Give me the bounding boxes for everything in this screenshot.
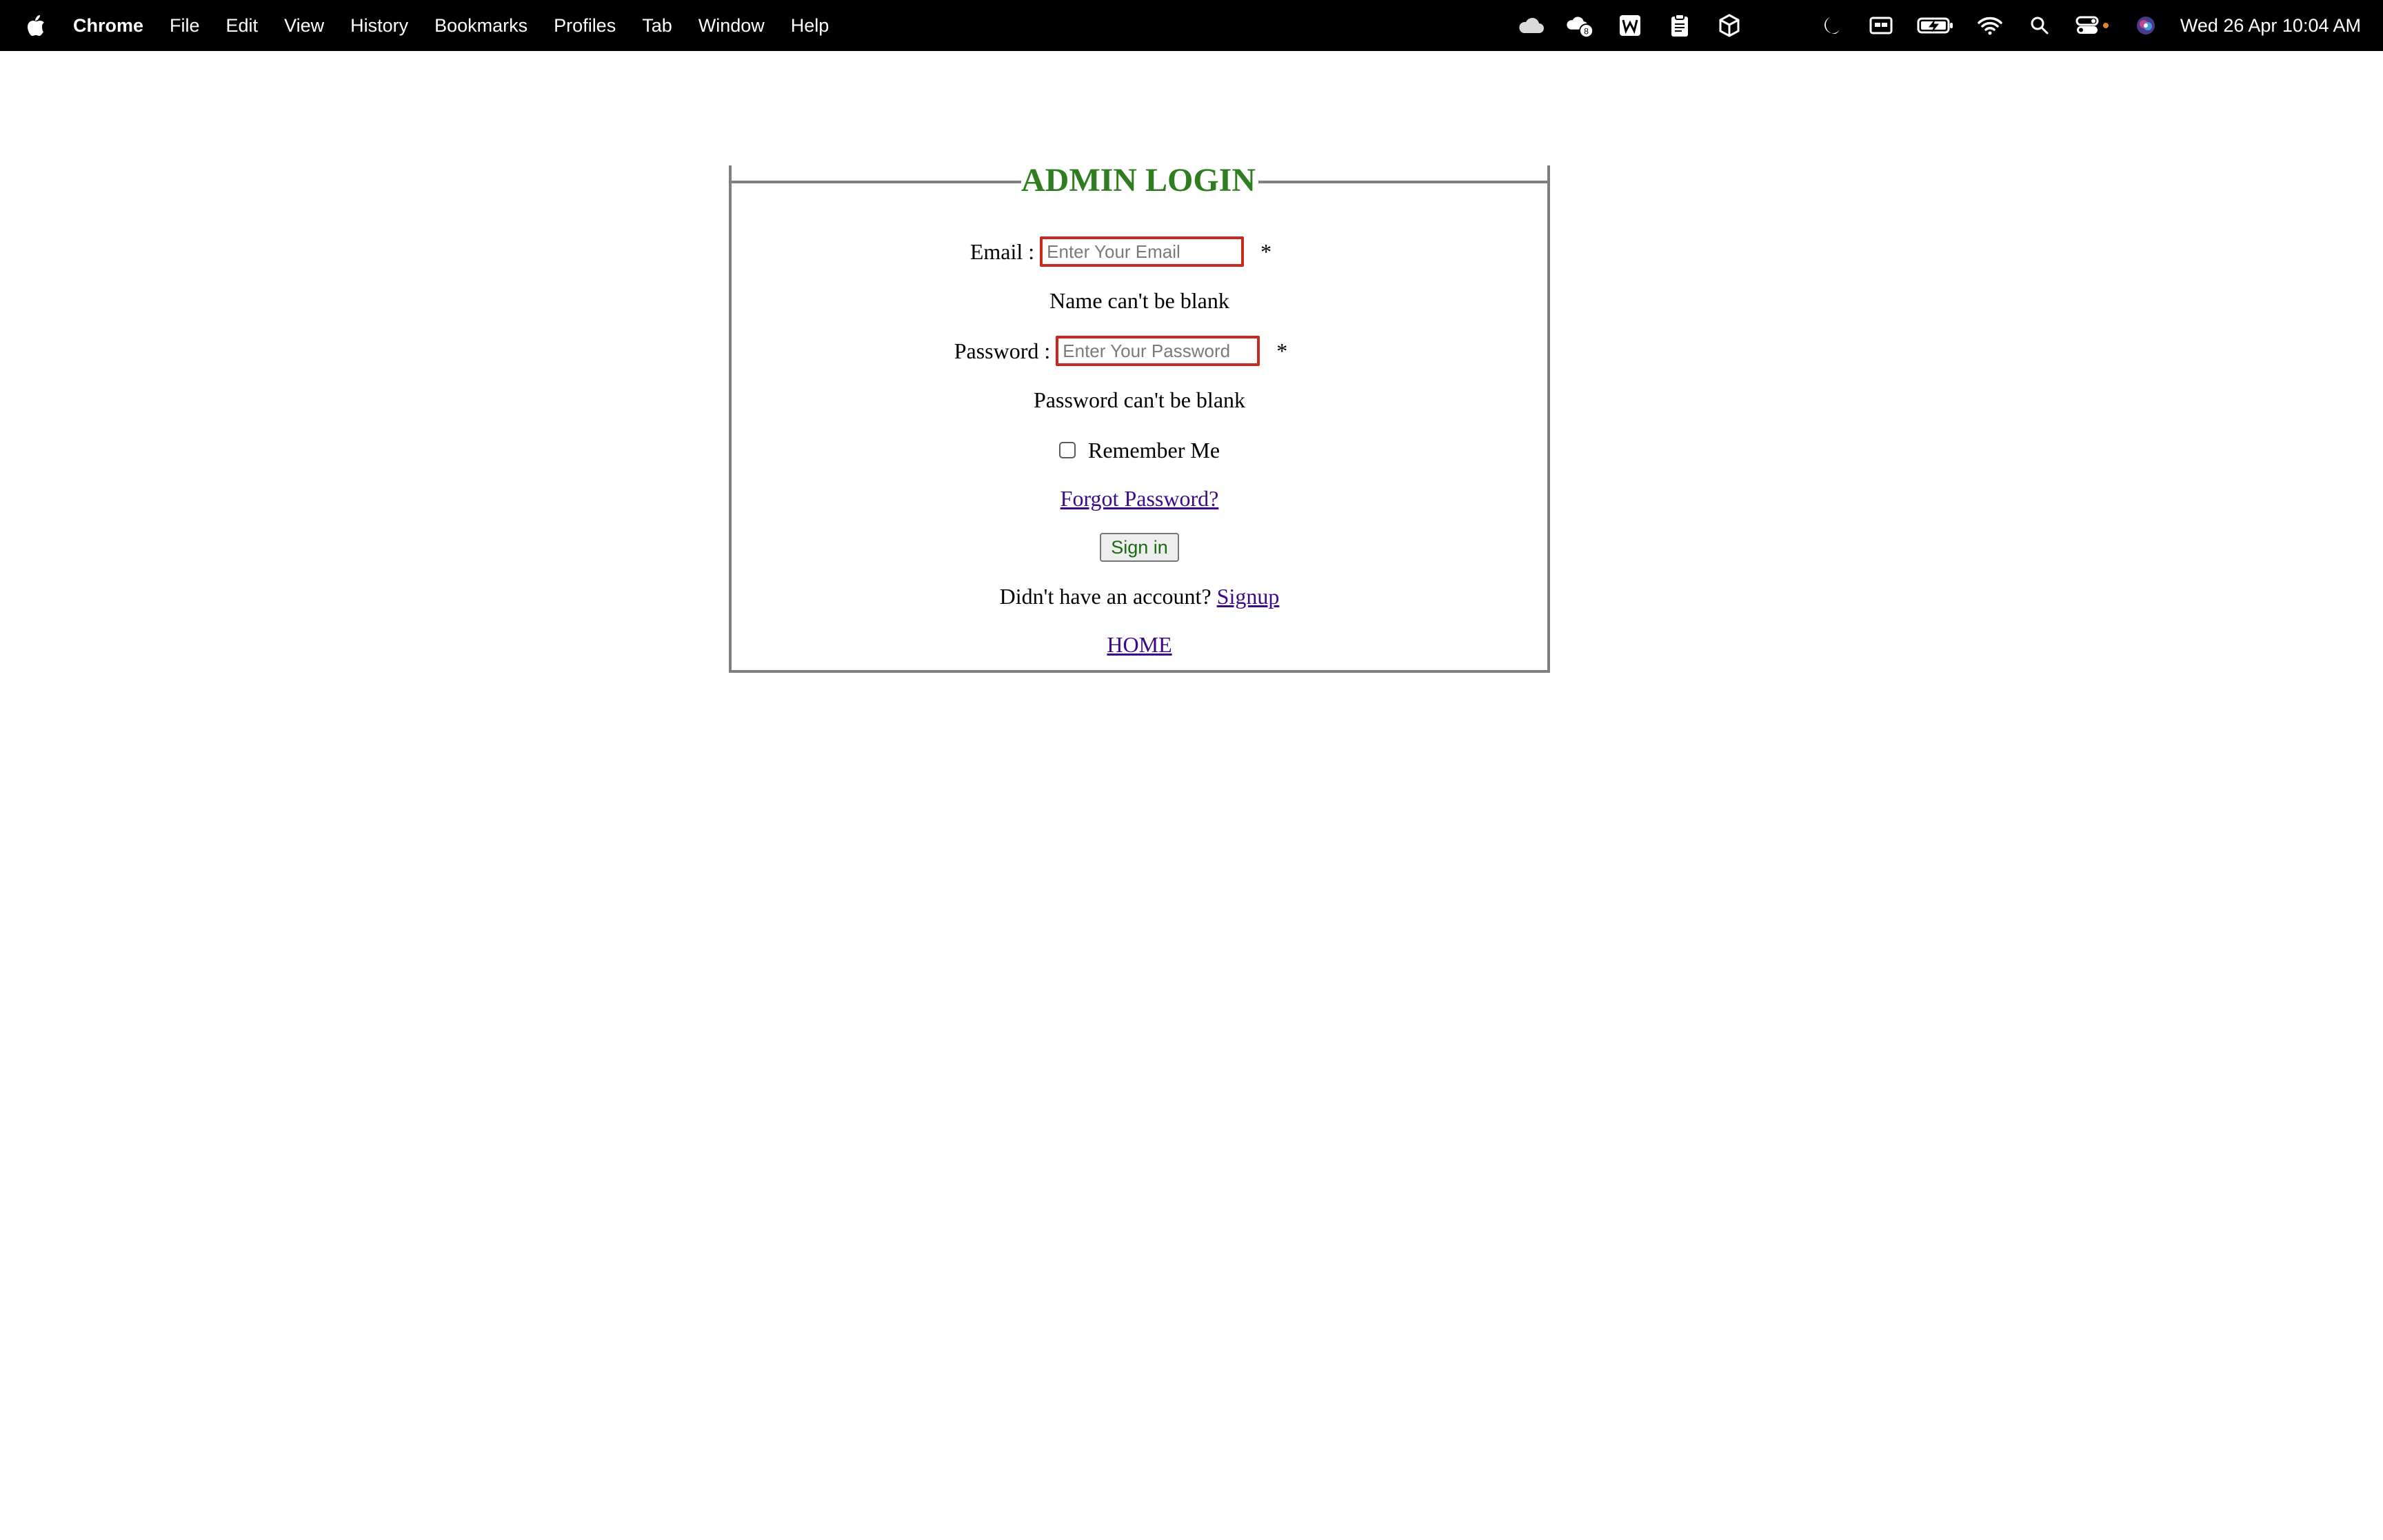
email-label: Email :	[969, 239, 1035, 264]
email-input[interactable]	[1040, 236, 1245, 267]
menu-bar-status-area: 8 Wed 26 Apr 10:04 AM	[1495, 0, 2361, 51]
signin-row: Sign in	[729, 532, 1550, 563]
menu-bar-left: Chrome File Edit View History Bookmarks …	[26, 0, 855, 51]
email-error-message: Name can't be blank	[1049, 287, 1229, 313]
clipboard-icon[interactable]	[1666, 12, 1693, 39]
password-row: Password : *	[710, 335, 1531, 367]
remember-me-label[interactable]: Remember Me	[1088, 438, 1220, 463]
password-input[interactable]	[1056, 336, 1260, 366]
password-error-message: Password can't be blank	[1033, 387, 1246, 412]
menu-window[interactable]: Window	[698, 15, 765, 37]
forgot-password-link[interactable]: Forgot Password?	[1060, 486, 1219, 511]
password-label: Password :	[954, 338, 1051, 363]
forgot-password-row: Forgot Password?	[729, 484, 1550, 513]
sign-in-button[interactable]: Sign in	[1100, 533, 1179, 562]
fieldset-top-border-left	[729, 181, 1018, 183]
menu-file[interactable]: File	[170, 15, 200, 37]
control-center-icon[interactable]	[2075, 12, 2110, 39]
menu-history[interactable]: History	[350, 15, 408, 37]
moon-icon[interactable]	[1818, 12, 1845, 39]
menu-bookmarks[interactable]: Bookmarks	[434, 15, 527, 37]
display-icon[interactable]	[1867, 12, 1895, 39]
signup-row: Didn't have an account? Signup	[729, 582, 1550, 611]
weather-badge-icon[interactable]: 8	[1567, 12, 1594, 39]
cloud-icon[interactable]	[1517, 12, 1545, 39]
menu-profiles[interactable]: Profiles	[554, 15, 616, 37]
menu-app-chrome[interactable]: Chrome	[73, 15, 143, 37]
battery-charging-icon[interactable]	[1917, 12, 1954, 39]
apple-icon[interactable]	[26, 14, 47, 37]
wifi-icon[interactable]	[1976, 12, 2004, 39]
password-error-row: Password can't be blank	[729, 386, 1550, 414]
signup-link[interactable]: Signup	[1217, 584, 1280, 609]
home-link[interactable]: HOME	[1107, 632, 1172, 658]
remember-me-checkbox[interactable]	[1058, 442, 1076, 458]
home-row: HOME	[729, 630, 1550, 659]
w-app-icon[interactable]	[1616, 12, 1644, 39]
password-required-mark: *	[1276, 338, 1288, 363]
signup-prompt: Didn't have an account?	[999, 583, 1211, 609]
menu-help[interactable]: Help	[791, 15, 829, 37]
weather-badge-number: 8	[1584, 26, 1589, 36]
box-icon[interactable]	[1716, 12, 1743, 39]
siri-icon[interactable]	[2132, 12, 2160, 39]
email-error-row: Name can't be blank	[729, 287, 1550, 314]
email-row: Email : *	[710, 236, 1531, 267]
spotlight-search-icon[interactable]	[2026, 12, 2053, 39]
fieldset-top-border-right	[1258, 181, 1550, 183]
menu-bar: Chrome File Edit View History Bookmarks …	[0, 0, 2383, 51]
menu-bar-clock[interactable]: Wed 26 Apr 10:04 AM	[2180, 15, 2361, 37]
login-title: ADMIN LOGIN	[1020, 162, 1256, 199]
email-required-mark: *	[1260, 239, 1272, 264]
menu-view[interactable]: View	[284, 15, 324, 37]
remember-row: Remember Me	[729, 436, 1550, 465]
menu-tab[interactable]: Tab	[642, 15, 672, 37]
menu-edit[interactable]: Edit	[226, 15, 259, 37]
